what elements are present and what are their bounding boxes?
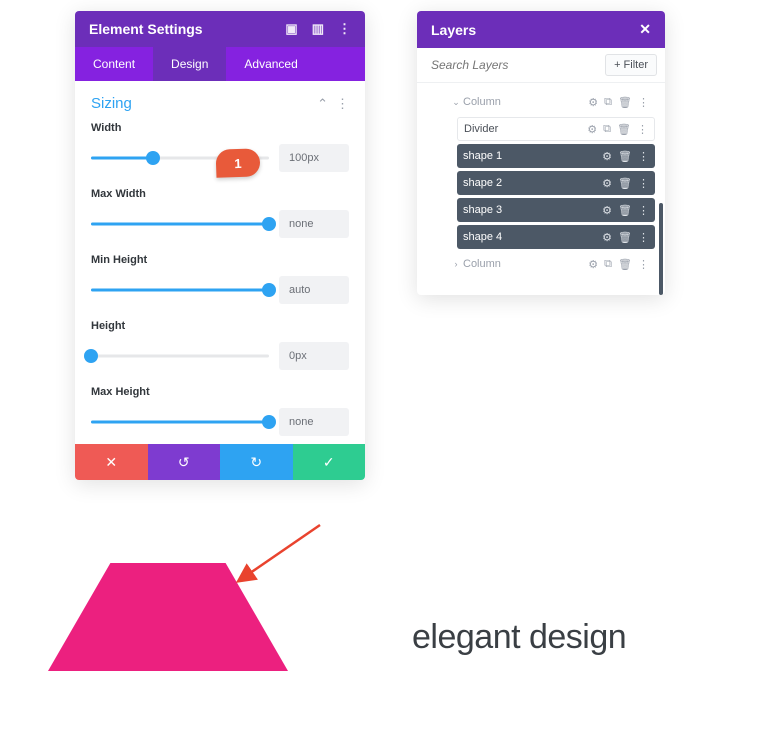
- chevron-down-icon: ⌄: [449, 97, 463, 108]
- layers-search-row: + Filter: [417, 48, 665, 83]
- trash-icon[interactable]: 🗑: [618, 150, 632, 163]
- element-settings-panel: Element Settings ▣ ▥ ⋮ Content Design Ad…: [75, 11, 365, 480]
- filter-label: Filter: [624, 59, 648, 71]
- label-max-width: Max Width: [91, 188, 349, 200]
- value-max-height[interactable]: none: [279, 408, 349, 436]
- gear-icon[interactable]: ⚙: [602, 150, 612, 163]
- gear-icon[interactable]: ⚙: [588, 258, 598, 271]
- kebab-icon[interactable]: ⋮: [637, 123, 648, 136]
- field-height: Height 0px: [91, 320, 349, 370]
- trash-icon[interactable]: 🗑: [618, 204, 632, 217]
- slider-max-width[interactable]: [91, 217, 269, 231]
- cancel-button[interactable]: ✕: [75, 444, 148, 480]
- label-min-height: Min Height: [91, 254, 349, 266]
- confirm-button[interactable]: ✓: [293, 444, 366, 480]
- section-kebab-icon[interactable]: ⋮: [336, 96, 349, 112]
- section-title: Sizing: [91, 95, 132, 112]
- value-min-height[interactable]: auto: [279, 276, 349, 304]
- label-max-height: Max Height: [91, 386, 349, 398]
- close-icon[interactable]: ✕: [639, 21, 651, 38]
- undo-button[interactable]: ↺: [148, 444, 221, 480]
- footer-text: elegant design: [412, 618, 626, 657]
- settings-footer: ✕ ↺ ↻ ✓: [75, 444, 365, 480]
- layer-shape-2[interactable]: shape 2 ⚙ 🗑 ⋮: [457, 171, 655, 195]
- settings-title: Element Settings: [89, 21, 203, 37]
- layers-header: Layers ✕: [417, 11, 665, 48]
- kebab-icon[interactable]: ⋮: [338, 21, 351, 37]
- redo-button[interactable]: ↻: [220, 444, 293, 480]
- slider-height[interactable]: [91, 349, 269, 363]
- scan-icon[interactable]: ▣: [285, 21, 297, 37]
- layer-list: ⌄ Column ⚙ ⧉ 🗑 ⋮ Divider ⚙ ⧉ 🗑 ⋮ shape 1…: [417, 83, 665, 295]
- value-height[interactable]: 0px: [279, 342, 349, 370]
- trapezoid-shape: [48, 563, 288, 671]
- gear-icon[interactable]: ⚙: [602, 231, 612, 244]
- trash-icon[interactable]: 🗑: [618, 177, 632, 190]
- slider-max-height[interactable]: [91, 415, 269, 429]
- layer-column-bottom[interactable]: › Column ⚙ ⧉ 🗑 ⋮: [443, 252, 655, 276]
- layer-divider[interactable]: Divider ⚙ ⧉ 🗑 ⋮: [457, 117, 655, 141]
- trash-icon[interactable]: 🗑: [617, 123, 631, 136]
- callout-badge-1: 1: [216, 148, 261, 178]
- layers-title: Layers: [431, 22, 476, 38]
- gear-icon[interactable]: ⚙: [587, 123, 597, 136]
- field-min-height: Min Height auto: [91, 254, 349, 304]
- layer-shape-1[interactable]: shape 1 ⚙ 🗑 ⋮: [457, 144, 655, 168]
- value-max-width[interactable]: none: [279, 210, 349, 238]
- label-height: Height: [91, 320, 349, 332]
- kebab-icon[interactable]: ⋮: [638, 177, 649, 190]
- slider-min-height[interactable]: [91, 283, 269, 297]
- kebab-icon[interactable]: ⋮: [638, 96, 649, 109]
- sizing-section: Sizing ⌃ ⋮ Width 100px Max Width: [75, 81, 365, 436]
- field-max-width: Max Width none: [91, 188, 349, 238]
- tab-content[interactable]: Content: [75, 47, 153, 81]
- collapse-icon[interactable]: ⌃: [317, 96, 328, 112]
- tab-design[interactable]: Design: [153, 47, 226, 81]
- duplicate-icon[interactable]: ⧉: [603, 123, 611, 136]
- trash-icon[interactable]: 🗑: [618, 96, 632, 109]
- tab-advanced[interactable]: Advanced: [226, 47, 315, 81]
- column-icon[interactable]: ▥: [312, 21, 324, 37]
- settings-tabs: Content Design Advanced: [75, 47, 365, 81]
- gear-icon[interactable]: ⚙: [588, 96, 598, 109]
- kebab-icon[interactable]: ⋮: [638, 231, 649, 244]
- kebab-icon[interactable]: ⋮: [638, 258, 649, 271]
- label-width: Width: [91, 122, 349, 134]
- gear-icon[interactable]: ⚙: [602, 204, 612, 217]
- kebab-icon[interactable]: ⋮: [638, 204, 649, 217]
- plus-icon: +: [614, 59, 620, 71]
- scrollbar[interactable]: [659, 203, 663, 295]
- trash-icon[interactable]: 🗑: [618, 258, 632, 271]
- trash-icon[interactable]: 🗑: [618, 231, 632, 244]
- layer-shape-4[interactable]: shape 4 ⚙ 🗑 ⋮: [457, 225, 655, 249]
- gear-icon[interactable]: ⚙: [602, 177, 612, 190]
- layers-panel: Layers ✕ + Filter ⌄ Column ⚙ ⧉ 🗑 ⋮ Divid…: [417, 11, 665, 295]
- field-max-height: Max Height none: [91, 386, 349, 436]
- layer-shape-3[interactable]: shape 3 ⚙ 🗑 ⋮: [457, 198, 655, 222]
- filter-button[interactable]: + Filter: [605, 54, 657, 76]
- settings-header: Element Settings ▣ ▥ ⋮: [75, 11, 365, 47]
- chevron-right-icon: ›: [449, 259, 463, 269]
- search-input[interactable]: [431, 58, 605, 72]
- section-header[interactable]: Sizing ⌃ ⋮: [91, 95, 349, 112]
- duplicate-icon[interactable]: ⧉: [604, 96, 612, 109]
- value-width[interactable]: 100px: [279, 144, 349, 172]
- duplicate-icon[interactable]: ⧉: [604, 258, 612, 271]
- kebab-icon[interactable]: ⋮: [638, 150, 649, 163]
- layer-column-top[interactable]: ⌄ Column ⚙ ⧉ 🗑 ⋮: [443, 90, 655, 114]
